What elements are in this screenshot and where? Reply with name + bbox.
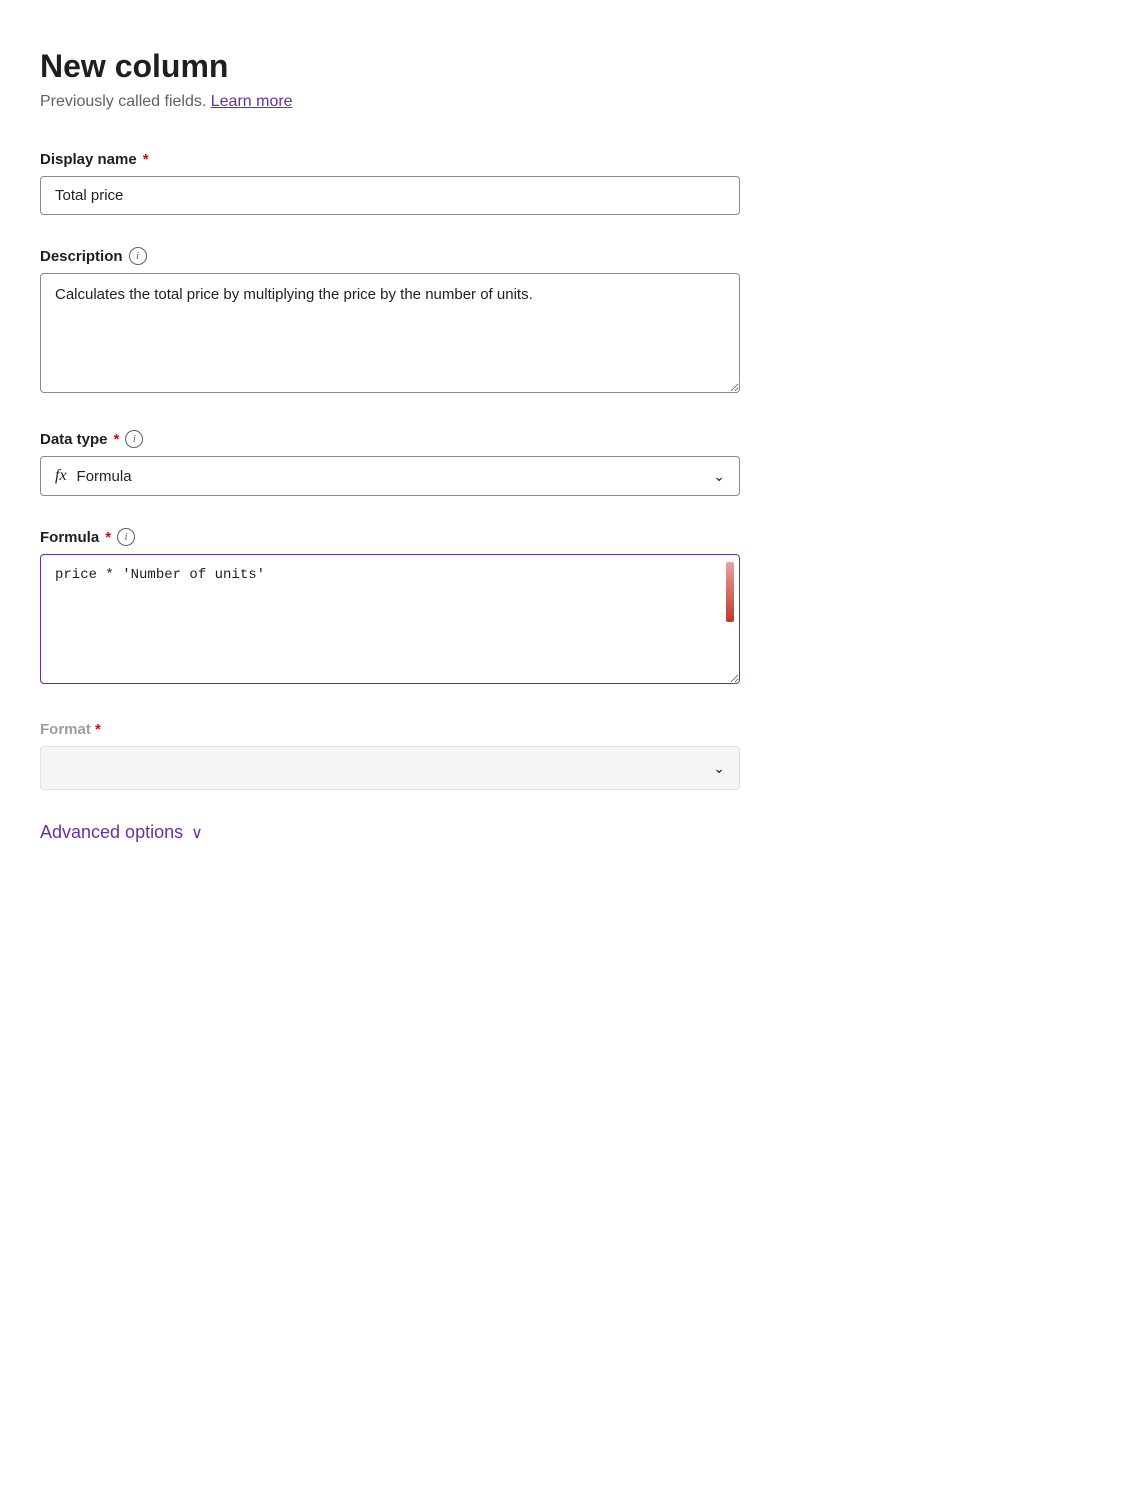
formula-textarea[interactable]: price * 'Number of units' — [40, 554, 740, 684]
display-name-required: * — [143, 151, 149, 168]
format-chevron-icon: ⌄ — [713, 760, 725, 777]
data-type-required: * — [114, 431, 120, 448]
data-type-value: Formula — [77, 468, 132, 485]
data-type-select[interactable]: fx Formula ⌄ — [40, 456, 740, 496]
data-type-chevron-icon: ⌄ — [713, 468, 725, 485]
formula-info-icon[interactable]: i — [117, 528, 135, 546]
data-type-label: Data type * i — [40, 430, 740, 448]
learn-more-link[interactable]: Learn more — [211, 93, 293, 110]
advanced-options-chevron-icon: ∨ — [191, 823, 203, 843]
format-required: * — [95, 721, 101, 738]
formula-label: Formula * i — [40, 528, 740, 546]
description-textarea[interactable]: Calculates the total price by multiplyin… — [40, 273, 740, 393]
page-subtitle: Previously called fields. Learn more — [40, 93, 1100, 111]
data-type-info-icon[interactable]: i — [125, 430, 143, 448]
display-name-label: Display name * — [40, 151, 740, 168]
page-title: New column — [40, 48, 1100, 85]
description-info-icon[interactable]: i — [129, 247, 147, 265]
data-type-section: Data type * i fx Formula ⌄ — [40, 430, 740, 496]
formula-required: * — [105, 529, 111, 546]
format-label: Format * — [40, 721, 740, 738]
formula-section: Formula * i price * 'Number of units' — [40, 528, 740, 689]
description-label: Description i — [40, 247, 740, 265]
data-type-select-wrapper: fx Formula ⌄ — [40, 456, 740, 496]
formula-indicator — [726, 562, 734, 622]
formula-wrapper: price * 'Number of units' — [40, 554, 740, 689]
format-select[interactable]: ⌄ — [40, 746, 740, 790]
format-section: Format * ⌄ — [40, 721, 740, 790]
display-name-input[interactable] — [40, 176, 740, 215]
data-type-select-left: fx Formula — [55, 467, 132, 485]
advanced-options-toggle[interactable]: Advanced options ∨ — [40, 822, 1100, 843]
advanced-options-label: Advanced options — [40, 822, 183, 843]
fx-icon: fx — [55, 467, 67, 485]
display-name-section: Display name * — [40, 151, 740, 215]
description-section: Description i Calculates the total price… — [40, 247, 740, 398]
subtitle-text: Previously called fields. — [40, 93, 206, 110]
